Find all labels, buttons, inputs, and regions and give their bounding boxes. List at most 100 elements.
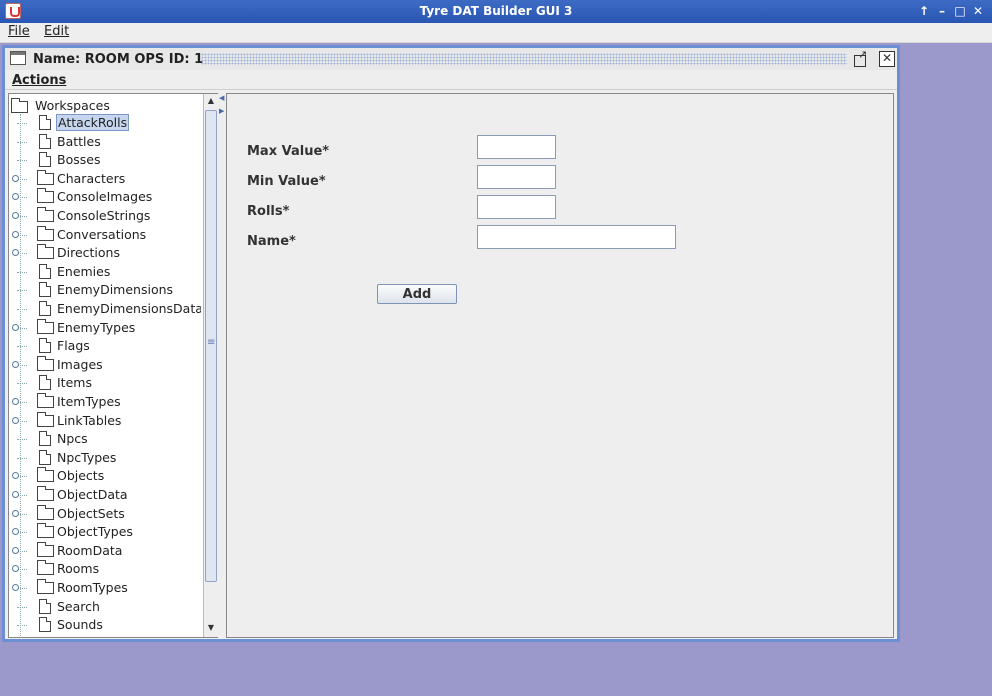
- expand-toggle-icon[interactable]: [12, 193, 19, 200]
- max-value-field[interactable]: [477, 135, 556, 159]
- close-window-icon[interactable]: ✕: [970, 3, 986, 19]
- tree-item-label: Items: [57, 375, 92, 390]
- folder-icon: [37, 393, 54, 408]
- tree-item-label: ObjectSets: [57, 506, 125, 521]
- tree-connector: [17, 383, 27, 384]
- folder-open-icon: [11, 98, 28, 113]
- file-icon: [39, 134, 51, 149]
- expand-right-icon[interactable]: ▶: [219, 107, 224, 115]
- tree-item-label: Objects: [57, 468, 105, 483]
- tree-item-label: Npcs: [57, 431, 88, 446]
- tree-item-label: EnemyDimensions: [57, 282, 174, 297]
- min-value-field[interactable]: [477, 165, 556, 189]
- split-pane-divider[interactable]: ◀ ▶: [218, 93, 226, 638]
- expand-toggle-icon[interactable]: [12, 528, 19, 535]
- scroll-down-icon[interactable]: ▼: [204, 621, 218, 635]
- folder-icon: [37, 523, 54, 538]
- tree-vertical-scrollbar[interactable]: ▲ ▼: [203, 94, 218, 637]
- menu-file-label: File: [8, 24, 30, 39]
- expand-toggle-icon[interactable]: [12, 249, 19, 256]
- frame-maximize-icon[interactable]: [852, 48, 868, 67]
- menu-actions[interactable]: Actions: [12, 73, 66, 88]
- scroll-thumb[interactable]: [205, 110, 217, 582]
- expand-toggle-icon[interactable]: [12, 510, 19, 517]
- always-on-top-icon[interactable]: ↑: [916, 3, 932, 19]
- tree-connector: [17, 625, 27, 626]
- tree-guide-line: [20, 114, 21, 637]
- folder-icon: [37, 486, 54, 501]
- folder-icon: [37, 319, 54, 334]
- folder-icon: [37, 207, 54, 222]
- tree-item-label: ConsoleImages: [57, 189, 153, 204]
- tree-connector: [17, 346, 27, 347]
- file-icon: [39, 617, 51, 632]
- tree-connector: [17, 160, 27, 161]
- expand-toggle-icon[interactable]: [12, 212, 19, 219]
- tree-item-label: Search: [57, 599, 100, 614]
- tree-connector: [17, 123, 27, 124]
- expand-toggle-icon[interactable]: [12, 175, 19, 182]
- rolls-label: Rolls*: [247, 204, 290, 219]
- frame-drag-grip[interactable]: [201, 53, 847, 65]
- name-field[interactable]: [477, 225, 676, 249]
- tree-item-label: RoomTypes: [57, 580, 128, 595]
- expand-toggle-icon[interactable]: [12, 491, 19, 498]
- minimize-icon[interactable]: –: [934, 3, 950, 19]
- folder-icon: [37, 505, 54, 520]
- window-title: Tyre DAT Builder GUI 3: [419, 4, 573, 18]
- rolls-field[interactable]: [477, 195, 556, 219]
- tree-connector: [17, 290, 27, 291]
- tree-item-label: Characters: [57, 171, 126, 186]
- max-value-label: Max Value*: [247, 144, 330, 159]
- expand-toggle-icon[interactable]: [12, 547, 19, 554]
- expand-toggle-icon[interactable]: [12, 361, 19, 368]
- frame-title: Name: ROOM OPS ID: 1: [33, 52, 204, 67]
- collapse-left-icon[interactable]: ◀: [219, 94, 224, 102]
- tree-item-label: ObjectTypes: [57, 524, 133, 539]
- tree-item-label: RoomData: [57, 543, 123, 558]
- menu-edit[interactable]: Edit: [42, 24, 71, 39]
- tree-connector: [17, 607, 27, 608]
- tree-item-label: Directions: [57, 245, 120, 260]
- folder-icon: [37, 412, 54, 427]
- tree-item-label: Images: [57, 357, 103, 372]
- expand-toggle-icon[interactable]: [12, 398, 19, 405]
- frame-menu-bar: Actions: [5, 70, 897, 90]
- tree-item-label: EnemyDimensionsData: [57, 301, 201, 316]
- scroll-up-icon[interactable]: ▲: [204, 94, 218, 108]
- tree-item-label: Flags: [57, 338, 90, 353]
- workspace-tree-panel: Workspaces AttackRolls Battles Bosses Chara…: [8, 93, 218, 638]
- expand-toggle-icon[interactable]: [12, 584, 19, 591]
- attack-rolls-form: Max Value* Min Value* Rolls* Name* Add: [226, 93, 894, 638]
- maximize-icon[interactable]: □: [952, 3, 968, 19]
- name-label: Name*: [247, 234, 296, 249]
- tree-item-label: ItemTypes: [57, 394, 121, 409]
- expand-toggle-icon[interactable]: [12, 472, 19, 479]
- folder-icon: [37, 244, 54, 259]
- file-icon: [39, 264, 51, 279]
- tree-item-label: Rooms: [57, 561, 100, 576]
- add-button[interactable]: Add: [377, 284, 457, 304]
- menu-file[interactable]: File: [6, 24, 32, 39]
- folder-icon: [37, 226, 54, 241]
- tree-item-label: Battles: [57, 134, 101, 149]
- file-icon: [39, 338, 51, 353]
- frame-close-icon[interactable]: [879, 51, 895, 67]
- folder-icon: [37, 542, 54, 557]
- tree-root-label: Workspaces: [35, 98, 110, 113]
- tree-item-label: EnemyTypes: [57, 320, 136, 335]
- tree-connector: [17, 272, 27, 273]
- internal-frame: Name: ROOM OPS ID: 1 Actions Workspaces …: [2, 45, 900, 642]
- expand-toggle-icon[interactable]: [12, 565, 19, 572]
- tree-item-label: ObjectData: [57, 487, 128, 502]
- folder-icon: [37, 170, 54, 185]
- tree-connector: [17, 142, 27, 143]
- expand-toggle-icon[interactable]: [12, 231, 19, 238]
- folder-icon: [37, 188, 54, 203]
- folder-icon: [37, 560, 54, 575]
- expand-toggle-icon[interactable]: [12, 417, 19, 424]
- file-icon: [39, 599, 51, 614]
- frame-titlebar[interactable]: Name: ROOM OPS ID: 1: [5, 48, 897, 70]
- expand-toggle-icon[interactable]: [12, 324, 19, 331]
- file-icon: [39, 115, 51, 130]
